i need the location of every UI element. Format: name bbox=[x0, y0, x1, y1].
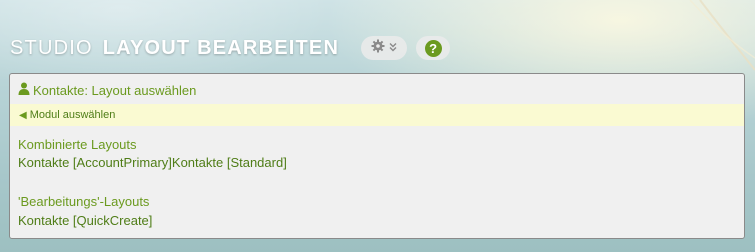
panel-title-text: Kontakte: Layout auswählen bbox=[33, 82, 197, 98]
layout-link-account-primary[interactable]: Kontakte [AccountPrimary] bbox=[18, 155, 172, 170]
page-header: STUDIO LAYOUT BEARBEITEN ? bbox=[10, 33, 451, 63]
settings-menu-button[interactable] bbox=[361, 36, 408, 60]
layout-link-standard[interactable]: Kontakte [Standard] bbox=[172, 155, 287, 170]
help-button[interactable]: ? bbox=[416, 36, 451, 60]
section-heading-combined: Kombinierte Layouts bbox=[18, 137, 137, 152]
section-heading-edit: 'Bearbeitungs'-Layouts bbox=[18, 194, 150, 209]
module-nav-bar: ◀ Modul auswählen bbox=[10, 104, 744, 126]
select-module-label: Modul auswählen bbox=[29, 109, 116, 121]
page-title-light: STUDIO bbox=[10, 36, 93, 59]
triangle-left-icon: ◀ bbox=[19, 109, 27, 121]
double-chevron-down-icon bbox=[389, 39, 397, 57]
user-icon bbox=[18, 82, 30, 98]
layout-link-quickcreate[interactable]: Kontakte [QuickCreate] bbox=[18, 213, 152, 228]
layout-select-panel: Kontakte: Layout auswählen ◀ Modul auswä… bbox=[9, 73, 745, 239]
select-module-link[interactable]: ◀ Modul auswählen bbox=[19, 109, 115, 121]
panel-title: Kontakte: Layout auswählen bbox=[18, 82, 196, 98]
question-circle-icon: ? bbox=[424, 39, 442, 57]
page-title: STUDIO LAYOUT BEARBEITEN bbox=[10, 37, 339, 60]
page-title-bold: LAYOUT BEARBEITEN bbox=[102, 36, 340, 59]
gear-icon bbox=[371, 39, 385, 58]
layout-links-combined: Kontakte [AccountPrimary]Kontakte [Stand… bbox=[18, 155, 287, 170]
